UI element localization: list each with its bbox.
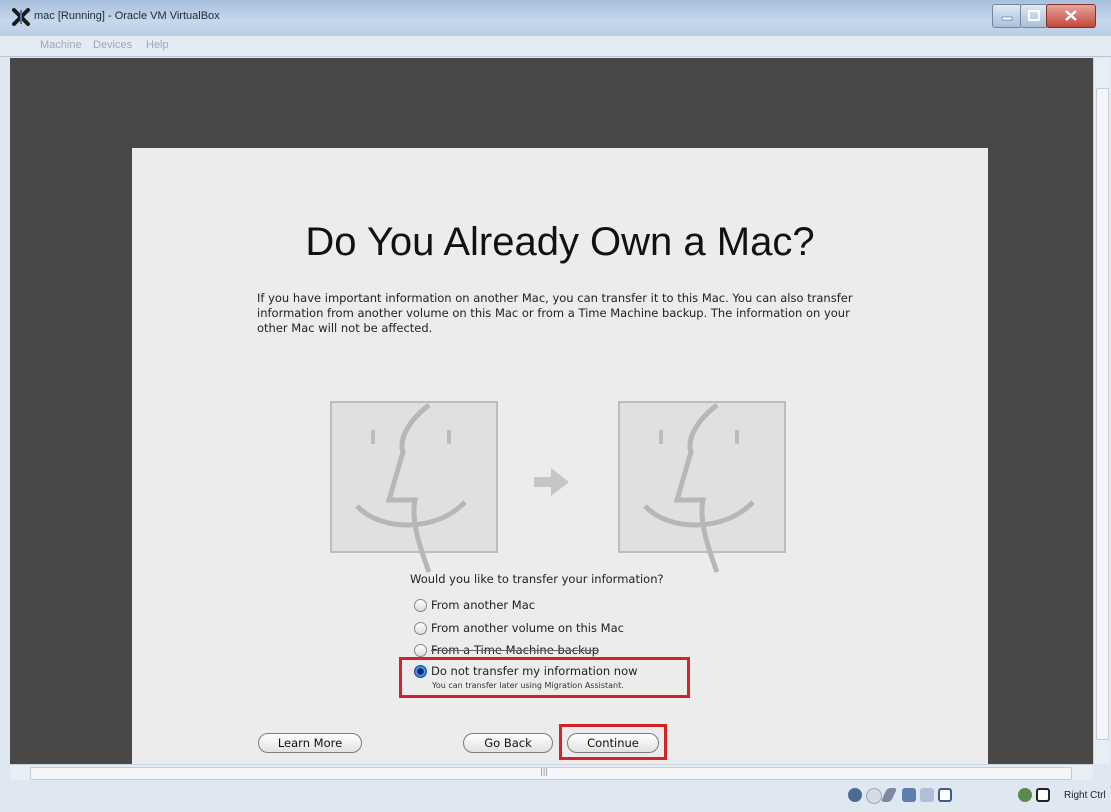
menu-devices[interactable]: Devices [93, 39, 132, 51]
highlight-box-option [399, 657, 690, 698]
menu-machine[interactable]: Machine [40, 39, 82, 51]
optical-icon[interactable] [866, 788, 882, 804]
mouse-integration-icon[interactable] [1018, 788, 1032, 802]
option-label: From a Time Machine backup [431, 643, 600, 657]
highlight-box-continue [559, 724, 667, 760]
go-back-button[interactable]: Go Back [463, 733, 553, 753]
transfer-question: Would you like to transfer your informat… [410, 572, 664, 586]
setup-assistant-panel: Do You Already Own a Mac? If you have im… [132, 148, 988, 764]
vertical-scrollbar[interactable] [1093, 58, 1110, 764]
page-description: If you have important information on ano… [257, 291, 853, 335]
finder-face-icon [330, 401, 498, 573]
maximize-button[interactable] [1020, 4, 1048, 28]
shared-folder-icon[interactable] [920, 788, 934, 802]
host-key-icon [1036, 788, 1050, 802]
display-icon[interactable] [938, 788, 952, 802]
radio-button[interactable] [414, 599, 427, 612]
minimize-button[interactable] [992, 4, 1022, 28]
option-label: From another Mac [431, 598, 536, 612]
page-title: Do You Already Own a Mac? [305, 220, 815, 264]
scrollbar-thumb[interactable] [30, 767, 1072, 780]
option-label: From another volume on this Mac [431, 621, 624, 635]
scroll-grip-icon: ||| [540, 767, 549, 776]
learn-more-button[interactable]: Learn More [258, 733, 362, 753]
scrollbar-thumb[interactable] [1096, 88, 1109, 740]
radio-button[interactable] [414, 622, 427, 635]
virtualbox-icon [12, 8, 30, 26]
migration-illustration [330, 401, 786, 573]
status-bar: Right Ctrl [0, 780, 1111, 812]
close-button[interactable] [1046, 4, 1096, 28]
radio-button[interactable] [414, 644, 427, 657]
window-title: mac [Running] - Oracle VM VirtualBox [34, 10, 220, 22]
horizontal-scrollbar[interactable]: ||| [10, 764, 1093, 781]
arrow-right-icon [534, 468, 569, 496]
hdd-icon[interactable] [848, 788, 862, 802]
title-bar[interactable]: mac [Running] - Oracle VM VirtualBox [0, 0, 1111, 36]
usb-icon[interactable] [880, 788, 898, 802]
menu-help[interactable]: Help [146, 39, 169, 51]
host-key-label: Right Ctrl [1064, 790, 1106, 801]
finder-face-icon [618, 401, 786, 573]
network-icon[interactable] [902, 788, 916, 802]
virtualbox-window: mac [Running] - Oracle VM VirtualBox Mac… [0, 0, 1111, 812]
menu-bar: Machine Devices Help [0, 36, 1111, 57]
